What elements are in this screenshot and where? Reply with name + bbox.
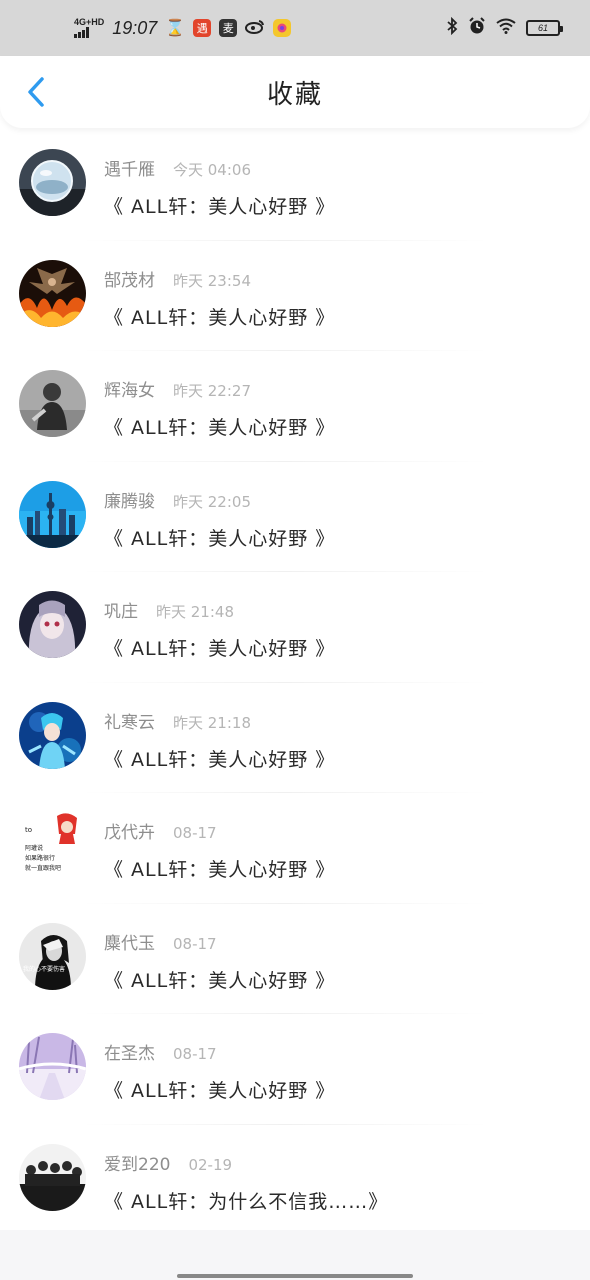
user-name: 廉腾骏: [104, 491, 155, 512]
user-name: 戊代卉: [104, 823, 155, 843]
timestamp: 昨天 22:05: [173, 492, 251, 511]
timestamp: 昨天 21:48: [156, 603, 234, 621]
user-name: 爱到220: [104, 1154, 171, 1175]
timestamp: 昨天 21:18: [173, 713, 251, 732]
avatar: [19, 701, 86, 769]
book-title[interactable]: 《 ALL轩：美人心好野 》: [104, 855, 335, 882]
bluetooth-icon: [446, 16, 458, 40]
list-item[interactable]: 巩庄 昨天 21:48 《 ALL轩：美人心好野 》: [0, 572, 590, 683]
avatar-text: 我的心不要伤害: [23, 965, 65, 973]
nav-bar: 收藏: [0, 56, 590, 128]
avatar-text: 就一直跟我吧: [25, 864, 61, 872]
avatar: to 阿瓘说 如果路很行 就一直跟我吧: [19, 812, 86, 879]
list-item[interactable]: to 阿瓘说 如果路很行 就一直跟我吧 戊代卉 08-17 《 ALL轩：美人心…: [0, 793, 590, 904]
user-name: 辉海女: [104, 381, 155, 401]
back-button[interactable]: [18, 74, 54, 110]
list-item[interactable]: 廉腾骏 昨天 22:05 《 ALL轩：美人心好野 》: [0, 462, 590, 573]
book-title[interactable]: 《 ALL轩：美人心好野 》: [104, 1076, 335, 1103]
book-title[interactable]: 《 ALL轩：美人心好野 》: [104, 413, 335, 440]
avatar-text: 如果路很行: [25, 854, 55, 862]
user-name: 在圣杰: [104, 1044, 155, 1064]
user-name: 巩庄: [104, 602, 138, 622]
timestamp: 昨天 23:54: [173, 271, 251, 290]
app-red-icon: 遇: [193, 19, 212, 37]
chevron-left-icon: [28, 77, 44, 107]
list-item[interactable]: 辉海女 昨天 22:27 《 ALL轩：美人心好野 》: [0, 351, 590, 462]
avatar-text: to: [25, 826, 32, 834]
book-title[interactable]: 《 ALL轩：美人心好野 》: [104, 524, 335, 551]
avatar: [19, 480, 86, 548]
battery-icon: 61: [526, 20, 563, 36]
avatar: [19, 1033, 86, 1100]
timestamp: 08-17: [173, 934, 217, 953]
avatar: [19, 370, 86, 437]
user-name: 麋代玉: [104, 933, 155, 954]
list-item[interactable]: 遇千雁 今天 04:06 《 ALL轩：美人心好野 》: [0, 130, 590, 241]
list-item[interactable]: 爱到220 02-19 《 ALL轩：为什么不信我……》: [0, 1125, 590, 1236]
avatar-text: 阿瓘说: [25, 844, 43, 852]
book-title[interactable]: 《 ALL轩：美人心好野 》: [104, 303, 335, 330]
hourglass-icon: ⌛: [165, 20, 186, 37]
status-time: 19:07: [112, 17, 158, 38]
user-name: 礼寒云: [104, 712, 155, 733]
list-item[interactable]: 我的心不要伤害 麋代玉 08-17 《 ALL轩：美人心好野 》: [0, 904, 590, 1015]
status-bar: 4G+HD 19:07 ⌛ 遇 麦 61: [0, 0, 590, 56]
cellular-signal: 4G+HD: [74, 18, 104, 38]
alarm-icon: [468, 16, 486, 40]
timestamp: 昨天 22:27: [173, 382, 251, 400]
favorites-list: 遇千雁 今天 04:06 《 ALL轩：美人心好野 》 郜茂材 昨天 23:54…: [0, 130, 590, 1235]
avatar: [19, 259, 86, 327]
list-item[interactable]: 郜茂材 昨天 23:54 《 ALL轩：美人心好野 》: [0, 241, 590, 352]
page-title: 收藏: [266, 79, 323, 110]
list-item[interactable]: 在圣杰 08-17 《 ALL轩：美人心好野 》: [0, 1014, 590, 1125]
bottom-area: [0, 1230, 590, 1280]
network-type: 4G+HD: [74, 17, 105, 27]
signal-bars-icon: [74, 27, 89, 38]
avatar: 我的心不要伤害: [19, 922, 86, 990]
timestamp: 08-17: [173, 824, 217, 842]
book-title[interactable]: 《 ALL轩：美人心好野 》: [104, 966, 335, 993]
timestamp: 08-17: [173, 1045, 217, 1063]
user-name: 郜茂材: [104, 270, 155, 291]
list-item[interactable]: 礼寒云 昨天 21:18 《 ALL轩：美人心好野 》: [0, 683, 590, 794]
book-title[interactable]: 《 ALL轩：美人心好野 》: [104, 745, 335, 772]
wifi-icon: [496, 18, 516, 39]
book-title[interactable]: 《 ALL轩：美人心好野 》: [104, 634, 335, 661]
avatar: [19, 1143, 86, 1211]
avatar: [19, 149, 86, 216]
book-title[interactable]: 《 ALL轩：为什么不信我……》: [104, 1187, 388, 1214]
timestamp: 02-19: [188, 1155, 233, 1174]
app-yellow-icon: [273, 19, 292, 37]
user-name: 遇千雁: [104, 160, 155, 180]
avatar: [19, 591, 86, 658]
book-title[interactable]: 《 ALL轩：美人心好野 》: [104, 192, 335, 219]
home-indicator[interactable]: [177, 1274, 413, 1278]
weibo-icon: [245, 18, 265, 39]
app-orange-icon: 麦: [219, 19, 238, 37]
timestamp: 今天 04:06: [173, 161, 251, 179]
